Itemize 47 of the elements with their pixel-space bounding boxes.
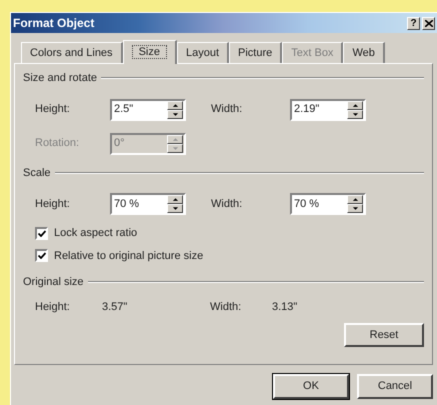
number-field[interactable]: 70 %	[110, 193, 186, 215]
number-field[interactable]: 2.5"	[110, 98, 186, 120]
tab[interactable]: Web	[343, 42, 385, 63]
dialog-button[interactable]: OK	[273, 374, 349, 399]
tab[interactable]: Picture	[229, 42, 282, 63]
dialog-button[interactable]: Cancel	[357, 374, 433, 399]
up-arrow-icon	[172, 136, 178, 142]
checkbox[interactable]	[35, 249, 48, 262]
readout-label: Height:	[35, 300, 71, 314]
field-label: Rotation:	[35, 136, 80, 152]
checkbox-label: Lock aspect ratio	[54, 226, 138, 241]
section-heading: Original size	[23, 275, 84, 290]
checkbox[interactable]	[35, 226, 48, 240]
number-field[interactable]: 2.19"	[290, 98, 366, 120]
close-icon	[424, 20, 432, 26]
field-label: Width:	[211, 196, 244, 212]
close-button[interactable]	[422, 16, 435, 30]
section-heading: Size and rotate	[23, 71, 97, 86]
up-arrow-icon	[172, 102, 178, 108]
check-icon	[38, 230, 46, 237]
field-label: Width:	[211, 102, 244, 118]
down-arrow-icon	[172, 206, 178, 211]
field-label: Height:	[35, 196, 71, 212]
section-heading: Scale	[23, 166, 51, 180]
checkbox-label: Relative to original picture size	[54, 248, 204, 264]
tab[interactable]: Layout	[176, 42, 229, 63]
up-arrow-icon	[352, 197, 358, 202]
down-arrow-icon	[172, 112, 178, 116]
spinner-control[interactable]	[347, 195, 363, 213]
window-title: Format Object	[13, 15, 96, 32]
reset-button[interactable]: Reset	[344, 323, 424, 347]
readout-value: 3.13"	[272, 300, 298, 314]
spinner-control[interactable]	[167, 100, 183, 118]
down-arrow-icon	[352, 206, 358, 211]
field-label: Height:	[35, 102, 71, 118]
readout-value: 3.57"	[102, 300, 128, 314]
spinner-control[interactable]	[347, 100, 363, 118]
check-icon	[38, 252, 46, 260]
up-arrow-icon	[352, 102, 358, 108]
number-field[interactable]: 70 %	[290, 193, 366, 215]
spinner-control[interactable]	[167, 195, 183, 213]
tab[interactable]: Size	[122, 40, 177, 64]
up-arrow-icon	[172, 197, 178, 202]
down-arrow-icon	[352, 112, 358, 116]
readout-label: Width:	[210, 300, 242, 314]
help-button[interactable]: ?	[407, 16, 420, 30]
down-arrow-icon	[172, 146, 178, 150]
